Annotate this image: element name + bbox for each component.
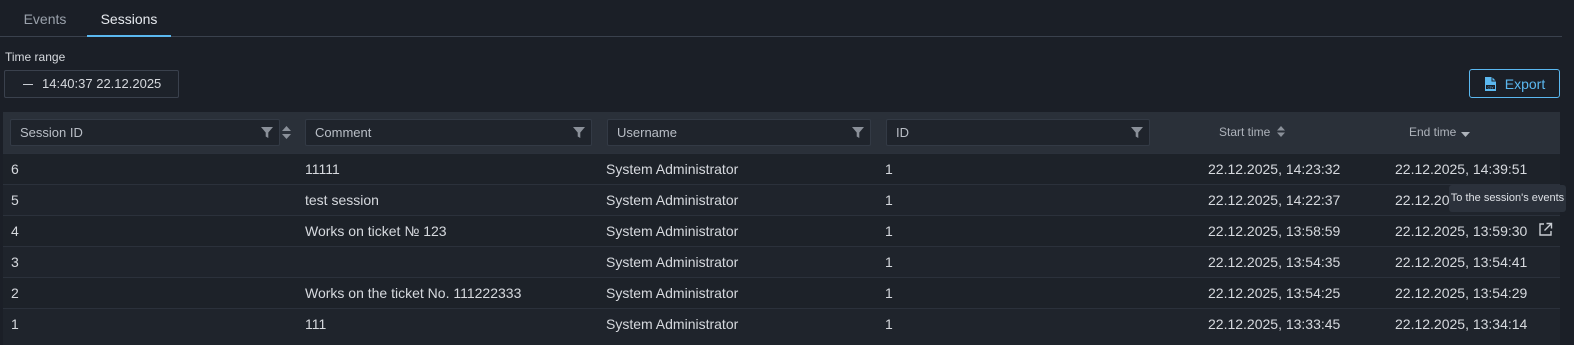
cell-end-time: 22.12.2025, 13:59:30 — [1395, 223, 1528, 239]
comment-filter[interactable]: Comment — [305, 119, 592, 146]
cell-id: 1 — [885, 192, 893, 208]
filter-icon[interactable] — [852, 127, 864, 138]
column-header-start-time[interactable]: Start time — [1219, 125, 1270, 139]
cell-session-id: 4 — [11, 223, 19, 239]
column-header-comment: Comment — [315, 125, 372, 140]
column-header-id: ID — [896, 125, 909, 140]
export-button[interactable]: csv Export — [1469, 69, 1560, 98]
filter-icon[interactable] — [261, 127, 273, 138]
tab-events[interactable]: Events — [4, 0, 86, 37]
cell-id: 1 — [885, 223, 893, 239]
sort-icon[interactable] — [282, 126, 291, 139]
sort-icon[interactable] — [1277, 126, 1285, 137]
table-row[interactable]: 3 System Administrator 1 22.12.2025, 13:… — [3, 246, 1560, 277]
column-header-username: Username — [617, 125, 677, 140]
cell-username: System Administrator — [606, 254, 739, 270]
cell-session-id: 2 — [11, 285, 19, 301]
svg-text:csv: csv — [1487, 85, 1494, 89]
cell-session-id: 3 — [11, 254, 19, 270]
table-row[interactable]: 4 Works on ticket № 123 System Administr… — [3, 215, 1560, 246]
time-range-picker[interactable]: 14:40:37 22.12.2025 — [4, 70, 179, 98]
table-row[interactable]: 1 111 System Administrator 1 22.12.2025,… — [3, 308, 1560, 339]
cell-username: System Administrator — [606, 161, 739, 177]
table-header: Session ID Comment Username ID Start tim… — [3, 112, 1560, 154]
cell-comment: Works on the ticket No. 111222333 — [305, 285, 522, 301]
time-range-value: 14:40:37 22.12.2025 — [42, 76, 162, 91]
cell-username: System Administrator — [606, 285, 739, 301]
username-filter[interactable]: Username — [607, 119, 871, 146]
cell-comment: 111 — [305, 316, 327, 332]
cell-session-id: 1 — [11, 316, 19, 332]
filter-icon[interactable] — [573, 127, 585, 138]
csv-file-icon: csv — [1484, 76, 1496, 91]
cell-id: 1 — [885, 316, 893, 332]
cell-username: System Administrator — [606, 223, 739, 239]
time-range-label: Time range — [5, 50, 66, 64]
id-filter[interactable]: ID — [886, 119, 1150, 146]
table-row[interactable]: 2 Works on the ticket No. 111222333 Syst… — [3, 277, 1560, 308]
cell-username: System Administrator — [606, 316, 739, 332]
tab-bar: Events Sessions — [0, 0, 1562, 37]
column-header-end-time[interactable]: End time — [1409, 125, 1456, 139]
filter-icon[interactable] — [1131, 127, 1143, 138]
cell-id: 1 — [885, 285, 893, 301]
column-header-session-id: Session ID — [20, 125, 83, 140]
sort-desc-icon[interactable] — [1461, 132, 1470, 137]
cell-end-time: 22.12.2025, 13:34:14 — [1395, 316, 1528, 332]
cell-start-time: 22.12.2025, 13:54:25 — [1208, 285, 1341, 301]
cell-end-time: 22.12.2025, 14:39:51 — [1395, 161, 1528, 177]
cell-comment: 11111 — [305, 161, 340, 177]
session-id-filter[interactable]: Session ID — [10, 119, 280, 146]
cell-start-time: 22.12.2025, 13:54:35 — [1208, 254, 1341, 270]
cell-session-id: 6 — [11, 161, 19, 177]
export-label: Export — [1504, 75, 1546, 92]
cell-comment: test session — [305, 192, 379, 208]
cell-start-time: 22.12.2025, 14:22:37 — [1208, 192, 1341, 208]
tab-sessions[interactable]: Sessions — [87, 0, 171, 37]
cell-end-time: 22.12.2025, 13:54:29 — [1395, 285, 1528, 301]
table-row[interactable]: 5 test session System Administrator 1 22… — [3, 184, 1560, 215]
dash-icon — [23, 84, 33, 86]
cell-start-time: 22.12.2025, 14:23:32 — [1208, 161, 1341, 177]
tooltip: To the session's events — [1449, 185, 1566, 212]
cell-username: System Administrator — [606, 192, 739, 208]
cell-id: 1 — [885, 161, 893, 177]
cell-comment: Works on ticket № 123 — [305, 223, 447, 239]
cell-session-id: 5 — [11, 192, 19, 208]
cell-end-time: 22.12.2025, 13:54:41 — [1395, 254, 1528, 270]
cell-start-time: 22.12.2025, 13:58:59 — [1208, 223, 1341, 239]
cell-id: 1 — [885, 254, 893, 270]
external-link-icon[interactable] — [1538, 222, 1553, 237]
cell-start-time: 22.12.2025, 13:33:45 — [1208, 316, 1341, 332]
table-row[interactable]: 6 11111 System Administrator 1 22.12.202… — [3, 153, 1560, 184]
sessions-table: Session ID Comment Username ID Start tim… — [3, 112, 1560, 345]
cell-end-time: 22.12.20 — [1395, 192, 1450, 208]
